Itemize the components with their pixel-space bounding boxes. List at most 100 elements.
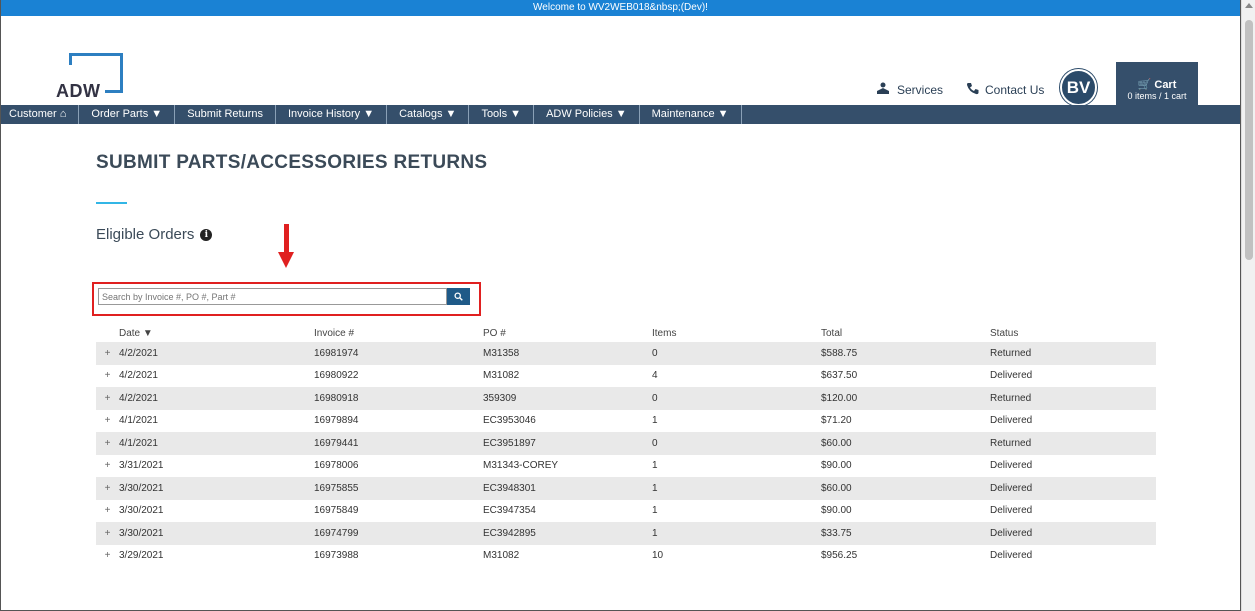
cell-po: 359309 — [483, 392, 517, 404]
col-po[interactable]: PO # — [483, 328, 652, 339]
cell-po: EC3951897 — [483, 437, 536, 449]
cell-po: EC3947354 — [483, 505, 536, 517]
cart-icon: 🛒 — [1137, 79, 1152, 91]
expand-row-button[interactable]: + — [96, 460, 119, 471]
expand-row-button[interactable]: + — [96, 550, 119, 561]
cell-po: EC3953046 — [483, 415, 536, 427]
nav-tools[interactable]: Tools ▼ — [469, 105, 535, 124]
cell-po: M31343-COREY — [483, 460, 559, 472]
expand-row-button[interactable]: + — [96, 528, 119, 539]
cell-total: $588.75 — [821, 347, 858, 359]
cell-date: 4/2/2021 — [119, 370, 158, 382]
cell-items: 0 — [652, 392, 658, 404]
cell-invoice: 16975849 — [314, 505, 359, 517]
cell-status: Delivered — [990, 370, 1033, 382]
cell-status: Returned — [990, 392, 1032, 404]
services-icon — [875, 82, 891, 98]
main-nav: Customer ⌂ Order Parts ▼ Submit Returns … — [1, 105, 1240, 124]
cell-invoice: 16980918 — [314, 392, 359, 404]
info-icon[interactable]: i — [200, 228, 213, 241]
expand-row-button[interactable]: + — [96, 393, 119, 404]
search-icon — [454, 292, 463, 301]
cell-status: Delivered — [990, 460, 1033, 472]
nav-adw-policies[interactable]: ADW Policies ▼ — [534, 105, 640, 124]
site-header: ADW Services Contact Us BV 🛒 Cart 0 item… — [1, 16, 1240, 114]
table-row: + 4/2/2021 16980922 M31082 4 $637.50 Del… — [96, 365, 1156, 388]
cell-status: Returned — [990, 437, 1032, 449]
table-row: + 3/29/2021 16973988 M31082 10 $956.25 D… — [96, 545, 1156, 568]
cell-status: Delivered — [990, 505, 1033, 517]
cell-items: 0 — [652, 347, 658, 359]
cell-invoice: 16981974 — [314, 347, 359, 359]
cart-title: Cart — [1154, 79, 1177, 91]
table-row: + 3/30/2021 16975849 EC3947354 1 $90.00 … — [96, 500, 1156, 523]
expand-row-button[interactable]: + — [96, 483, 119, 494]
nav-invoice-history[interactable]: Invoice History ▼ — [276, 105, 388, 124]
table-row: + 4/1/2021 16979441 EC3951897 0 $60.00 R… — [96, 432, 1156, 455]
expand-row-button[interactable]: + — [96, 348, 119, 359]
cell-date: 4/1/2021 — [119, 415, 158, 427]
services-link[interactable]: Services — [875, 82, 943, 98]
nav-catalogs[interactable]: Catalogs ▼ — [387, 105, 470, 124]
scroll-up-arrow[interactable] — [1245, 3, 1253, 8]
col-date[interactable]: Date ▼ — [119, 328, 314, 339]
browser-page: Welcome to WV2WEB018&nbsp;(Dev)! ADW Ser… — [0, 0, 1241, 611]
cell-total: $60.00 — [821, 437, 852, 449]
nav-order-parts[interactable]: Order Parts ▼ — [79, 105, 176, 124]
search-input[interactable] — [98, 288, 447, 305]
expand-row-button[interactable]: + — [96, 505, 119, 516]
nav-submit-returns[interactable]: Submit Returns — [175, 105, 276, 124]
col-status[interactable]: Status — [990, 328, 1156, 339]
orders-table: Date ▼ Invoice # PO # Items Total Status… — [96, 325, 1156, 567]
cell-date: 3/30/2021 — [119, 482, 164, 494]
expand-row-button[interactable]: + — [96, 370, 119, 381]
cell-items: 1 — [652, 415, 658, 427]
nav-customer[interactable]: Customer ⌂ — [1, 105, 80, 124]
cell-po: M31358 — [483, 347, 520, 359]
cell-date: 3/31/2021 — [119, 460, 164, 472]
cell-po: EC3948301 — [483, 482, 536, 494]
cell-po: EC3942895 — [483, 527, 536, 539]
cell-date: 3/30/2021 — [119, 505, 164, 517]
user-avatar[interactable]: BV — [1060, 69, 1097, 106]
cell-status: Delivered — [990, 415, 1033, 427]
contact-link[interactable]: Contact Us — [966, 82, 1044, 98]
cell-date: 4/1/2021 — [119, 437, 158, 449]
cell-status: Delivered — [990, 550, 1033, 562]
cell-total: $60.00 — [821, 482, 852, 494]
section-title: Eligible Orders i — [96, 226, 1156, 243]
cell-status: Delivered — [990, 527, 1033, 539]
section-title-text: Eligible Orders — [96, 226, 195, 243]
cell-invoice: 16978006 — [314, 460, 359, 472]
page-title: SUBMIT PARTS/ACCESSORIES RETURNS — [96, 152, 488, 173]
cell-date: 4/2/2021 — [119, 347, 158, 359]
cell-date: 3/29/2021 — [119, 550, 164, 562]
cell-items: 1 — [652, 505, 658, 517]
col-total[interactable]: Total — [821, 328, 990, 339]
cell-items: 1 — [652, 460, 658, 472]
nav-maintenance[interactable]: Maintenance ▼ — [640, 105, 742, 124]
col-invoice[interactable]: Invoice # — [314, 328, 483, 339]
vertical-scrollbar[interactable] — [1241, 0, 1255, 611]
col-items[interactable]: Items — [652, 328, 821, 339]
main-content: SUBMIT PARTS/ACCESSORIES RETURNS Eligibl… — [92, 124, 1156, 561]
expand-row-button[interactable]: + — [96, 438, 119, 449]
cell-invoice: 16974799 — [314, 527, 359, 539]
cell-date: 4/2/2021 — [119, 392, 158, 404]
search-button[interactable] — [447, 288, 470, 305]
cell-invoice: 16980922 — [314, 370, 359, 382]
cell-total: $71.20 — [821, 415, 852, 427]
cell-items: 4 — [652, 370, 658, 382]
cell-total: $90.00 — [821, 505, 852, 517]
cell-items: 0 — [652, 437, 658, 449]
adw-logo[interactable]: ADW — [56, 53, 124, 105]
table-row: + 3/30/2021 16975855 EC3948301 1 $60.00 … — [96, 477, 1156, 500]
cell-total: $956.25 — [821, 550, 858, 562]
cart-summary: 0 items / 1 cart — [1127, 91, 1187, 101]
cell-items: 10 — [652, 550, 664, 562]
table-header: Date ▼ Invoice # PO # Items Total Status — [96, 325, 1156, 342]
expand-row-button[interactable]: + — [96, 415, 119, 426]
table-row: + 3/30/2021 16974799 EC3942895 1 $33.75 … — [96, 522, 1156, 545]
scrollbar-thumb[interactable] — [1245, 20, 1253, 260]
cell-invoice: 16975855 — [314, 482, 359, 494]
